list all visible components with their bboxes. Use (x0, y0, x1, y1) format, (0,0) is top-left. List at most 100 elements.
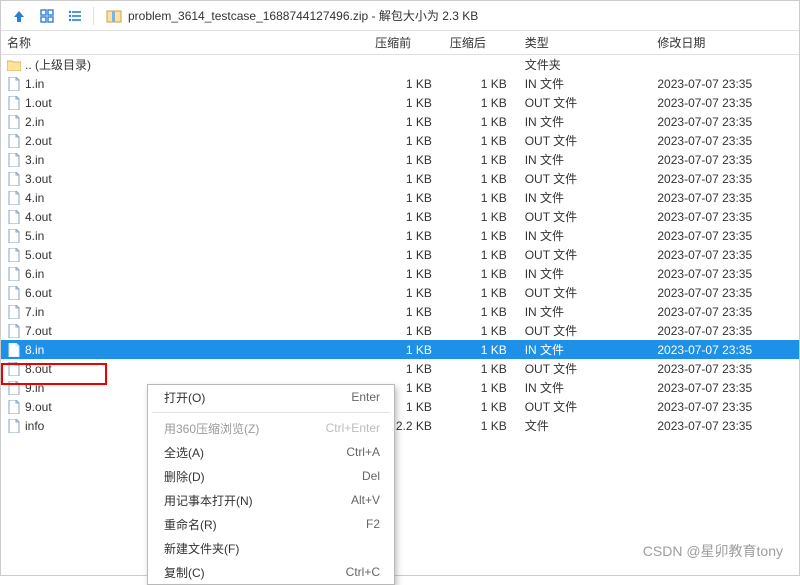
table-row[interactable]: 3.in1 KB1 KBIN 文件2023-07-07 23:35 (1, 150, 799, 169)
cell-type: OUT 文件 (525, 170, 650, 187)
cell-before: 1 KB (375, 210, 450, 224)
cell-after: 1 KB (450, 248, 525, 262)
folder-icon (7, 58, 21, 72)
table-row[interactable]: 1.out1 KB1 KBOUT 文件2023-07-07 23:35 (1, 93, 799, 112)
cell-type: IN 文件 (525, 341, 650, 358)
cell-type: OUT 文件 (525, 398, 650, 415)
menu-select-all-label: 全选(A) (164, 444, 204, 461)
table-row[interactable]: 2.in1 KB1 KBIN 文件2023-07-07 23:35 (1, 112, 799, 131)
cell-after: 1 KB (450, 210, 525, 224)
toolbar-separator (93, 7, 94, 25)
cell-after: 1 KB (450, 77, 525, 91)
menu-separator (152, 412, 390, 413)
cell-type: OUT 文件 (525, 322, 650, 339)
column-headers[interactable]: 名称 压缩前 压缩后 类型 修改日期 (1, 31, 799, 55)
cell-type: 文件夹 (525, 56, 650, 73)
menu-new-folder[interactable]: 新建文件夹(F) (148, 536, 394, 560)
cell-after: 1 KB (450, 96, 525, 110)
file-name: 7.in (25, 305, 44, 319)
cell-before: 1 KB (375, 77, 450, 91)
menu-open-notepad[interactable]: 用记事本打开(N) Alt+V (148, 488, 394, 512)
table-row[interactable]: 8.in1 KB1 KBIN 文件2023-07-07 23:35 (1, 340, 799, 359)
up-icon[interactable] (9, 6, 29, 26)
col-date[interactable]: 修改日期 (649, 34, 799, 51)
col-name[interactable]: 名称 (1, 34, 375, 51)
cell-after: 1 KB (450, 286, 525, 300)
cell-date: 2023-07-07 23:35 (649, 77, 799, 91)
file-icon (7, 305, 21, 319)
cell-before: 1 KB (375, 96, 450, 110)
context-menu[interactable]: 打开(O) Enter 用360压缩浏览(Z) Ctrl+Enter 全选(A)… (147, 384, 395, 585)
path-bar[interactable]: problem_3614_testcase_1688744127496.zip … (106, 7, 478, 24)
table-row[interactable]: 1.in1 KB1 KBIN 文件2023-07-07 23:35 (1, 74, 799, 93)
menu-browse-360-label: 用360压缩浏览(Z) (164, 420, 259, 437)
menu-rename-shortcut: F2 (366, 517, 380, 531)
cell-after: 1 KB (450, 153, 525, 167)
table-row[interactable]: 2.out1 KB1 KBOUT 文件2023-07-07 23:35 (1, 131, 799, 150)
cell-type: OUT 文件 (525, 208, 650, 225)
cell-before: 1 KB (375, 115, 450, 129)
cell-before: 1 KB (375, 286, 450, 300)
cell-type: OUT 文件 (525, 284, 650, 301)
table-row[interactable]: 9.in1 KB1 KBIN 文件2023-07-07 23:35 (1, 378, 799, 397)
table-row[interactable]: 7.in1 KB1 KBIN 文件2023-07-07 23:35 (1, 302, 799, 321)
cell-before: 1 KB (375, 305, 450, 319)
cell-before: 1 KB (375, 229, 450, 243)
table-row[interactable]: 9.out1 KB1 KBOUT 文件2023-07-07 23:35 (1, 397, 799, 416)
col-before[interactable]: 压缩前 (375, 34, 450, 51)
file-name: 2.out (25, 134, 52, 148)
file-name: 6.in (25, 267, 44, 281)
table-row[interactable]: info2.2 KB1 KB文件2023-07-07 23:35 (1, 416, 799, 435)
table-row[interactable]: 6.in1 KB1 KBIN 文件2023-07-07 23:35 (1, 264, 799, 283)
file-name: 6.out (25, 286, 52, 300)
menu-rename[interactable]: 重命名(R) F2 (148, 512, 394, 536)
cell-date: 2023-07-07 23:35 (649, 115, 799, 129)
icons-view-icon[interactable] (37, 6, 57, 26)
file-icon (7, 343, 21, 357)
cell-after: 1 KB (450, 172, 525, 186)
cell-type: IN 文件 (525, 189, 650, 206)
cell-after: 1 KB (450, 419, 525, 433)
table-row[interactable]: 7.out1 KB1 KBOUT 文件2023-07-07 23:35 (1, 321, 799, 340)
menu-delete[interactable]: 删除(D) Del (148, 464, 394, 488)
cell-after: 1 KB (450, 134, 525, 148)
file-icon (7, 172, 21, 186)
file-icon (7, 210, 21, 224)
file-name: 9.in (25, 381, 44, 395)
col-after[interactable]: 压缩后 (450, 34, 525, 51)
cell-type: 文件 (525, 417, 650, 434)
file-list[interactable]: .. (上级目录)文件夹1.in1 KB1 KBIN 文件2023-07-07 … (1, 55, 799, 435)
file-icon (7, 419, 21, 433)
cell-before: 1 KB (375, 267, 450, 281)
cell-before: 1 KB (375, 362, 450, 376)
col-type[interactable]: 类型 (525, 34, 650, 51)
file-name: 5.in (25, 229, 44, 243)
file-name: 4.in (25, 191, 44, 205)
cell-date: 2023-07-07 23:35 (649, 134, 799, 148)
menu-open[interactable]: 打开(O) Enter (148, 385, 394, 409)
list-view-icon[interactable] (65, 6, 85, 26)
table-row[interactable]: 5.in1 KB1 KBIN 文件2023-07-07 23:35 (1, 226, 799, 245)
table-row[interactable]: 6.out1 KB1 KBOUT 文件2023-07-07 23:35 (1, 283, 799, 302)
file-name: 7.out (25, 324, 52, 338)
zip-icon (106, 8, 122, 24)
file-icon (7, 153, 21, 167)
file-name: 2.in (25, 115, 44, 129)
table-row[interactable]: 4.in1 KB1 KBIN 文件2023-07-07 23:35 (1, 188, 799, 207)
table-row[interactable]: 8.out1 KB1 KBOUT 文件2023-07-07 23:35 (1, 359, 799, 378)
table-row[interactable]: 5.out1 KB1 KBOUT 文件2023-07-07 23:35 (1, 245, 799, 264)
cell-date: 2023-07-07 23:35 (649, 362, 799, 376)
menu-select-all[interactable]: 全选(A) Ctrl+A (148, 440, 394, 464)
table-row[interactable]: 3.out1 KB1 KBOUT 文件2023-07-07 23:35 (1, 169, 799, 188)
cell-after: 1 KB (450, 191, 525, 205)
file-icon (7, 115, 21, 129)
file-name: 1.out (25, 96, 52, 110)
cell-after: 1 KB (450, 362, 525, 376)
cell-after: 1 KB (450, 267, 525, 281)
parent-directory-row[interactable]: .. (上级目录)文件夹 (1, 55, 799, 74)
cell-date: 2023-07-07 23:35 (649, 248, 799, 262)
file-icon (7, 191, 21, 205)
table-row[interactable]: 4.out1 KB1 KBOUT 文件2023-07-07 23:35 (1, 207, 799, 226)
menu-copy[interactable]: 复制(C) Ctrl+C (148, 560, 394, 584)
cell-date: 2023-07-07 23:35 (649, 267, 799, 281)
